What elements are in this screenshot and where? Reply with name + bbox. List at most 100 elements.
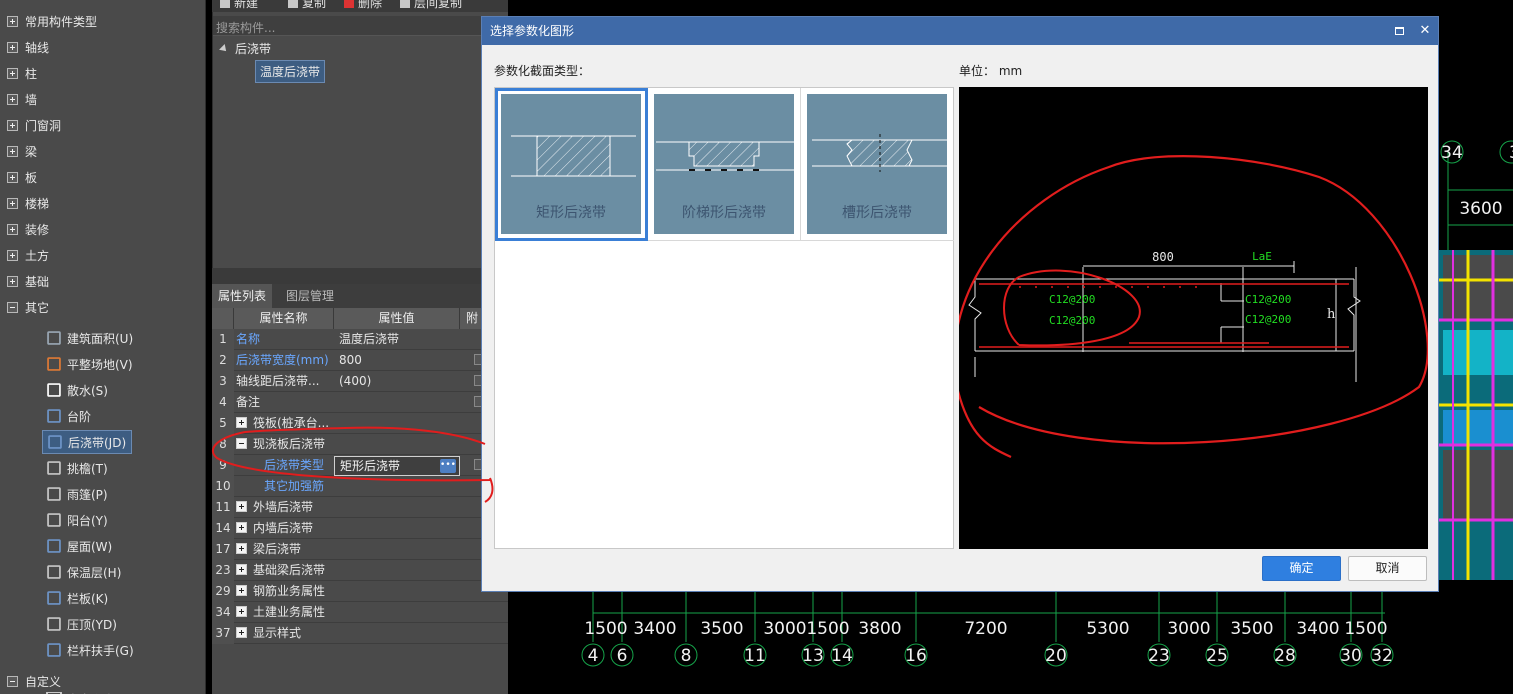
property-name-cell: 土建业务属性: [236, 602, 334, 623]
tree-group[interactable]: 其它: [0, 294, 206, 320]
copy-button[interactable]: 复制: [288, 0, 326, 11]
axis-label: 16: [905, 646, 927, 666]
tree-group-label: 门窗洞: [25, 118, 62, 133]
tree-group[interactable]: 基础: [0, 268, 206, 294]
component-root[interactable]: 后浇带: [219, 40, 271, 57]
expand-icon[interactable]: [236, 564, 247, 575]
expand-icon[interactable]: [7, 93, 18, 105]
row-number: 17: [212, 539, 234, 560]
property-row[interactable]: 17 梁后浇带: [212, 539, 508, 560]
tree-group[interactable]: 柱: [0, 60, 206, 86]
dimension-label: 1500: [584, 619, 627, 639]
dimension-label: 3500: [1230, 619, 1273, 639]
close-button[interactable]: ✕: [1412, 17, 1438, 45]
header-name: 属性名称: [234, 308, 334, 329]
dimension-label: 3400: [633, 619, 676, 639]
property-value[interactable]: 温度后浇带: [339, 329, 399, 350]
property-value[interactable]: 800: [339, 350, 362, 371]
tree-group[interactable]: 土方: [0, 242, 206, 268]
collapse-arrow-icon[interactable]: [219, 43, 229, 54]
tree-item[interactable]: 栏板(K): [42, 586, 113, 610]
collapse-icon[interactable]: [7, 675, 18, 687]
maximize-button[interactable]: [1386, 17, 1412, 45]
property-row[interactable]: 14 内墙后浇带: [212, 518, 508, 539]
cancel-button[interactable]: 取消: [1348, 556, 1427, 581]
expand-icon[interactable]: [7, 15, 18, 27]
property-row[interactable]: 2 后浇带宽度(mm) 800: [212, 350, 508, 371]
expand-icon[interactable]: [236, 585, 247, 596]
axis-label: 14: [831, 646, 853, 666]
tree-item[interactable]: 屋面(W): [42, 534, 117, 558]
property-row[interactable]: 34 土建业务属性: [212, 602, 508, 623]
property-value[interactable]: (400): [339, 371, 371, 392]
expand-icon[interactable]: [236, 522, 247, 533]
property-name-cell: 内墙后浇带: [236, 518, 334, 539]
expand-icon[interactable]: [7, 275, 18, 287]
tree-item[interactable]: 台阶: [42, 404, 96, 428]
expand-icon[interactable]: [7, 67, 18, 79]
tree-group[interactable]: 梁: [0, 138, 206, 164]
property-row[interactable]: 29 钢筋业务属性: [212, 581, 508, 602]
shape-option-groove[interactable]: 槽形后浇带: [801, 88, 954, 241]
tree-item[interactable]: 挑檐(T): [42, 456, 113, 480]
tree-group[interactable]: 自定义: [0, 668, 206, 694]
dimension-label: 3000: [763, 619, 806, 639]
ok-button[interactable]: 确定: [1262, 556, 1341, 581]
component-item-selected[interactable]: 温度后浇带: [255, 60, 326, 83]
property-row[interactable]: 37 显示样式: [212, 623, 508, 644]
tree-item[interactable]: 平整场地(V): [42, 352, 138, 376]
tree-group[interactable]: 门窗洞: [0, 112, 206, 138]
delete-button[interactable]: 删除: [344, 0, 382, 11]
expand-icon[interactable]: [7, 171, 18, 183]
tree-group[interactable]: 轴线: [0, 34, 206, 60]
expand-icon[interactable]: [236, 627, 247, 638]
layer-copy-button[interactable]: 层间复制: [400, 0, 462, 11]
property-row[interactable]: 23 基础梁后浇带: [212, 560, 508, 581]
tree-item[interactable]: 散水(S): [42, 378, 113, 402]
layer-copy-icon: [400, 0, 410, 8]
insulation-icon: [47, 565, 61, 579]
expand-icon[interactable]: [7, 249, 18, 261]
dimension-label: 1500: [1344, 619, 1387, 639]
expand-icon[interactable]: [7, 197, 18, 209]
component-type-tree[interactable]: 常用构件类型 轴线柱墙门窗洞梁板楼梯 装修 土方 基础 其它建筑面积(U) 平整场地(V) 散…: [0, 0, 206, 694]
tree-item[interactable]: 后浇带(JD): [42, 430, 133, 454]
property-row[interactable]: 1 名称 温度后浇带: [212, 329, 508, 350]
tree-item[interactable]: 保温层(H): [42, 560, 126, 584]
tree-item[interactable]: 压顶(YD): [42, 612, 122, 636]
tree-item[interactable]: 栏杆扶手(G): [42, 638, 139, 662]
new-button[interactable]: 新建: [220, 0, 258, 11]
copy-label: 复制: [302, 0, 327, 10]
coping-icon: [47, 617, 61, 631]
property-name-cell: 备注: [236, 392, 334, 413]
collapse-icon[interactable]: [7, 301, 18, 313]
delete-icon: [344, 0, 354, 8]
expand-icon[interactable]: [7, 145, 18, 157]
shape-option-stepped[interactable]: 阶梯形后浇带: [648, 88, 801, 241]
tree-group[interactable]: 墙: [0, 86, 206, 112]
axis-label: 32: [1371, 646, 1393, 666]
tree-item[interactable]: 雨篷(P): [42, 482, 113, 506]
tree-group[interactable]: 板: [0, 164, 206, 190]
tree-group-label: 梁: [25, 144, 38, 159]
property-name: 钢筋业务属性: [253, 584, 326, 598]
expand-icon[interactable]: [236, 543, 247, 554]
tree-group[interactable]: 装修: [0, 216, 206, 242]
property-name: 内墙后浇带: [253, 521, 314, 535]
tree-item[interactable]: 建筑面积(U): [42, 326, 138, 350]
panel-splitter[interactable]: [212, 268, 508, 284]
property-row[interactable]: 4 备注: [212, 392, 508, 413]
tab-properties[interactable]: 属性列表: [212, 284, 273, 308]
expand-icon[interactable]: [7, 223, 18, 235]
copy-icon: [288, 0, 298, 8]
search-input[interactable]: 搜索构件...: [213, 16, 509, 36]
tab-layers[interactable]: 图层管理: [280, 284, 340, 308]
tree-group[interactable]: 常用构件类型: [0, 8, 206, 34]
shape-option-rectangular[interactable]: 矩形后浇带: [495, 88, 648, 241]
expand-icon[interactable]: [7, 119, 18, 131]
tree-item[interactable]: 阳台(Y): [42, 508, 113, 532]
expand-icon[interactable]: [236, 606, 247, 617]
expand-icon[interactable]: [7, 41, 18, 53]
property-row[interactable]: 3 轴线距后浇带... (400): [212, 371, 508, 392]
tree-group[interactable]: 楼梯: [0, 190, 206, 216]
